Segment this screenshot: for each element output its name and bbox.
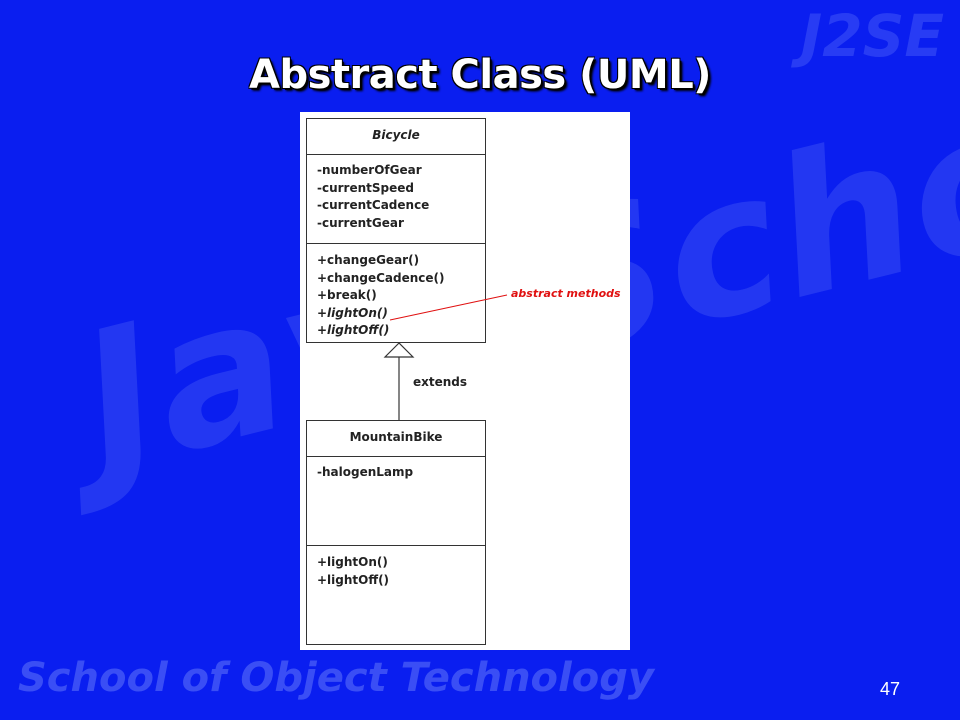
slide-title: Abstract Class (UML)	[249, 52, 711, 98]
inheritance-arrowhead	[383, 342, 415, 358]
footer-watermark: School of Object Technology	[18, 655, 654, 701]
page-number: 47	[880, 679, 901, 699]
abstract-methods-annotation: abstract methods	[511, 287, 621, 300]
extends-label: extends	[413, 375, 468, 389]
uml-diagram-panel: Bicycle -numberOfGear -currentSpeed -cur…	[300, 112, 630, 650]
annotation-pointer-line	[389, 294, 508, 321]
